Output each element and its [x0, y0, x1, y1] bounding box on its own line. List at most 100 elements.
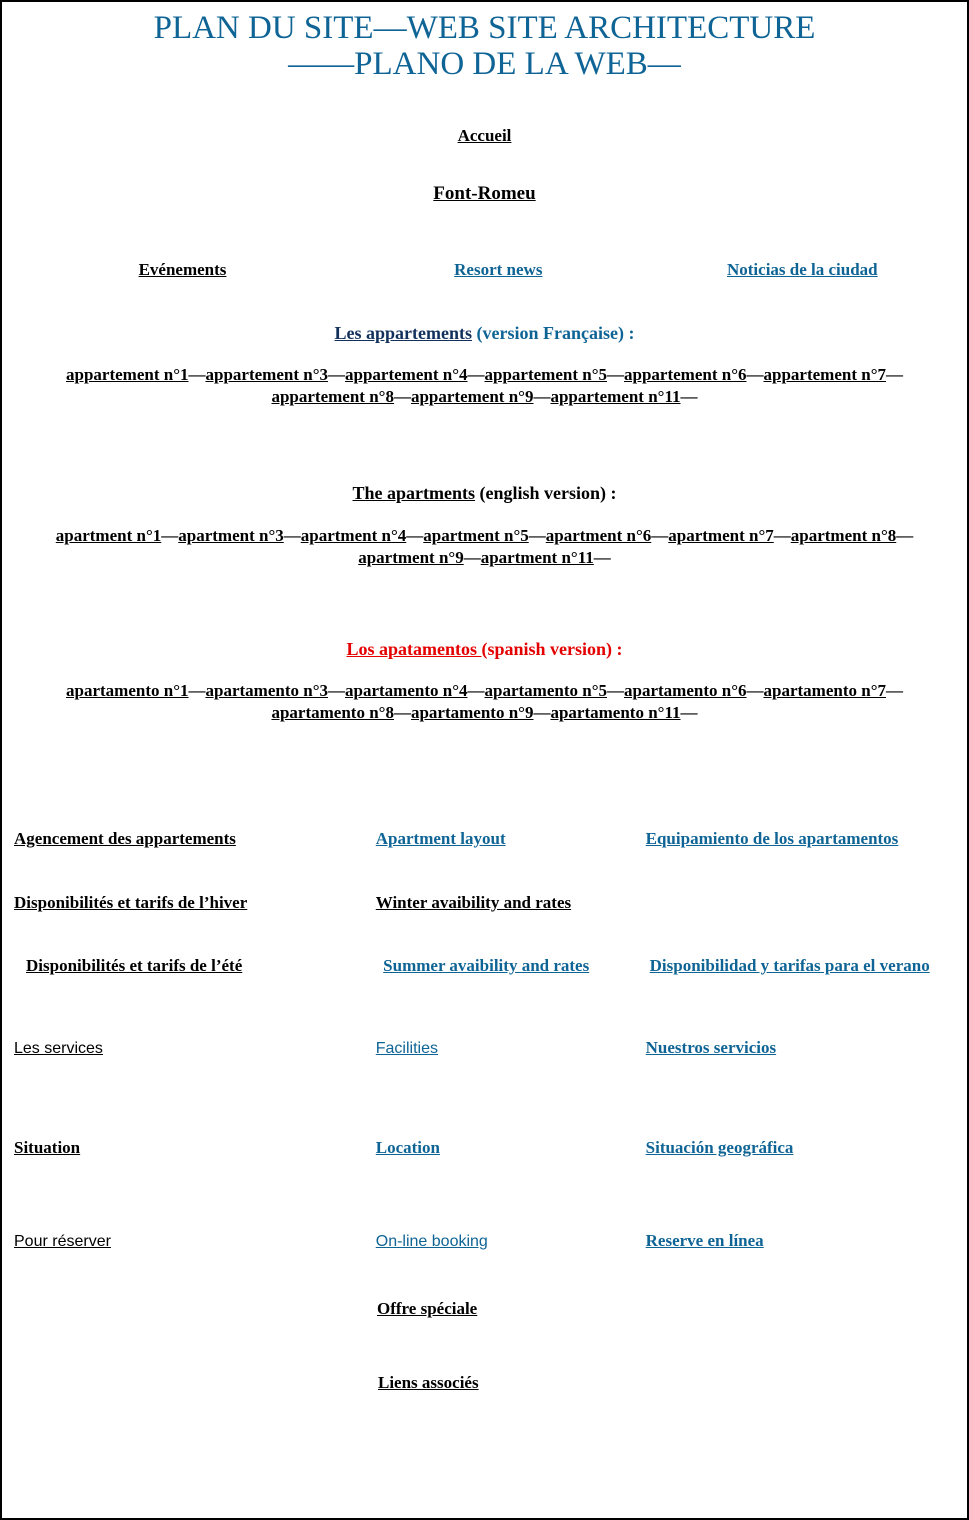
apartment-link[interactable]: appartement n°4: [345, 365, 468, 384]
layout-link-en[interactable]: Apartment layout: [376, 829, 506, 848]
layout-row: Agencement des appartements Apartment la…: [8, 829, 961, 849]
apartment-separator: —: [188, 365, 206, 384]
apartments-fr-heading-suffix: (version Française) :: [472, 323, 635, 343]
apartment-separator: —: [533, 703, 551, 722]
apartment-separator: —: [467, 365, 485, 384]
apartment-link[interactable]: apartamento n°4: [345, 681, 468, 700]
apartment-link[interactable]: apartment n°4: [301, 526, 407, 545]
apartment-link[interactable]: appartement n°8: [271, 387, 394, 406]
apartments-fr-heading: Les appartements (version Française) :: [8, 323, 961, 344]
layout-cell-es: Equipamiento de los apartamentos: [646, 829, 961, 849]
summer-link-en[interactable]: Summer avaibility and rates: [383, 956, 589, 975]
page-title-line-1: PLAN DU SITE—WEB SITE ARCHITECTURE: [153, 10, 816, 46]
services-link-es[interactable]: Nuestros servicios: [646, 1038, 776, 1057]
apartment-link[interactable]: apartamento n°3: [206, 681, 329, 700]
services-link-fr[interactable]: Les services: [14, 1040, 103, 1057]
news-row: Evénements Resort news Noticias de la ci…: [8, 260, 961, 280]
apartment-link[interactable]: apartment n°8: [791, 526, 897, 545]
apartments-fr-list: appartement n°1—appartement n°3—appartem…: [8, 364, 961, 408]
winter-cell-fr: Disponibilités et tarifs de l’hiver: [8, 893, 376, 913]
apartment-link[interactable]: apartment n°5: [423, 526, 529, 545]
apartment-separator: —: [651, 526, 669, 545]
summer-link-fr[interactable]: Disponibilités et tarifs de l’été: [26, 956, 242, 975]
apartment-link[interactable]: appartement n°9: [411, 387, 534, 406]
apartment-separator: —: [463, 548, 481, 567]
apartment-link[interactable]: apartment n°11: [481, 548, 594, 567]
booking-cell-fr: Pour réserver: [8, 1231, 376, 1251]
apartment-separator: —: [746, 681, 764, 700]
apartment-link[interactable]: apartment n°9: [358, 548, 464, 567]
booking-link-en[interactable]: On-line booking: [376, 1233, 488, 1250]
winter-cell-es: [646, 893, 961, 913]
site-map-page: PLAN DU SITE—WEB SITE ARCHITECTURE ——PLA…: [0, 0, 969, 1520]
apartment-separator: —: [607, 365, 624, 384]
booking-cell-es: Reserve en línea: [646, 1231, 961, 1251]
apartment-link[interactable]: apartamento n°7: [764, 681, 887, 700]
summer-row: Disponibilités et tarifs de l’été Summer…: [8, 956, 961, 976]
resort-news-link-en[interactable]: Resort news: [454, 260, 542, 279]
apartment-separator: —: [283, 526, 301, 545]
apartment-separator: —: [886, 365, 903, 384]
winter-row: Disponibilités et tarifs de l’hiver Wint…: [8, 893, 961, 913]
situation-link-fr[interactable]: Situation: [14, 1138, 80, 1157]
page-title: PLAN DU SITE—WEB SITE ARCHITECTURE ——PLA…: [8, 10, 961, 82]
layout-link-es[interactable]: Equipamiento de los apartamentos: [646, 829, 899, 848]
apartment-link[interactable]: apartamento n°8: [271, 703, 394, 722]
apartment-separator: —: [896, 526, 914, 545]
apartment-link[interactable]: apartamento n°6: [624, 681, 747, 700]
apartment-separator: —: [528, 526, 546, 545]
situation-link-es[interactable]: Situación geográfica: [646, 1138, 794, 1157]
booking-link-es[interactable]: Reserve en línea: [646, 1231, 764, 1250]
special-offer-link[interactable]: Offre spéciale: [377, 1299, 477, 1318]
apartment-link[interactable]: apartamento n°5: [485, 681, 608, 700]
apartment-link[interactable]: appartement n°6: [624, 365, 747, 384]
apartments-en-heading-link[interactable]: The apartments: [353, 483, 476, 503]
home-link[interactable]: Accueil: [458, 126, 512, 145]
services-cell-fr: Les services: [8, 1038, 376, 1058]
page-title-line-2: ——PLANO DE LA WEB—: [288, 46, 681, 82]
apartments-en-heading-suffix: (english version) :: [475, 483, 617, 503]
font-romeu-link[interactable]: Font-Romeu: [433, 183, 535, 204]
apartment-separator: —: [328, 681, 345, 700]
font-romeu-link-wrapper: Font-Romeu: [8, 183, 961, 205]
apartment-link[interactable]: apartamento n°9: [411, 703, 534, 722]
apartment-link[interactable]: appartement n°5: [485, 365, 608, 384]
layout-cell-en: Apartment layout: [376, 829, 646, 849]
apartment-link[interactable]: apartment n°3: [178, 526, 284, 545]
apartment-separator: —: [467, 681, 485, 700]
apartment-link[interactable]: appartement n°11: [550, 387, 680, 406]
apartment-link[interactable]: appartement n°1: [66, 365, 189, 384]
services-link-en[interactable]: Facilities: [376, 1040, 438, 1057]
apartment-link[interactable]: apartamento n°11: [550, 703, 680, 722]
apartment-link[interactable]: apartment n°6: [546, 526, 652, 545]
winter-link-fr[interactable]: Disponibilités et tarifs de l’hiver: [14, 893, 247, 912]
news-cell-fr: Evénements: [8, 260, 353, 280]
booking-row: Pour réserver On-line booking Reserve en…: [8, 1231, 961, 1251]
apartment-separator: —: [746, 365, 764, 384]
layout-link-fr[interactable]: Agencement des appartements: [14, 829, 236, 848]
apartment-link[interactable]: appartement n°7: [764, 365, 887, 384]
apartments-en-heading: The apartments (english version) :: [8, 483, 961, 504]
apartment-link[interactable]: apartment n°7: [668, 526, 774, 545]
apartment-separator: —: [188, 681, 206, 700]
noticias-link-es[interactable]: Noticias de la ciudad: [727, 260, 878, 279]
apartment-link[interactable]: apartamento n°1: [66, 681, 189, 700]
apartments-es-heading-link[interactable]: Los apatamentos: [346, 639, 481, 659]
apartments-fr-heading-link[interactable]: Les appartements: [335, 323, 473, 343]
apartment-separator: —: [406, 526, 424, 545]
apartment-link[interactable]: apartment n°1: [56, 526, 162, 545]
booking-link-fr[interactable]: Pour réserver: [14, 1233, 111, 1250]
page-content: PLAN DU SITE—WEB SITE ARCHITECTURE ——PLA…: [2, 2, 967, 1518]
apartment-separator: —: [886, 681, 903, 700]
related-links-link[interactable]: Liens associés: [378, 1373, 479, 1392]
apartment-separator: —: [393, 703, 411, 722]
home-link-wrapper: Accueil: [8, 126, 961, 146]
events-link-fr[interactable]: Evénements: [139, 260, 227, 279]
services-cell-en: Facilities: [376, 1038, 646, 1058]
winter-link-en[interactable]: Winter avaibility and rates: [376, 893, 571, 912]
apartment-separator: —: [533, 387, 551, 406]
apartment-link[interactable]: appartement n°3: [206, 365, 329, 384]
summer-link-es[interactable]: Disponibilidad y tarifas para el verano: [650, 956, 930, 975]
situation-cell-es: Situación geográfica: [646, 1138, 961, 1158]
situation-link-en[interactable]: Location: [376, 1138, 440, 1157]
